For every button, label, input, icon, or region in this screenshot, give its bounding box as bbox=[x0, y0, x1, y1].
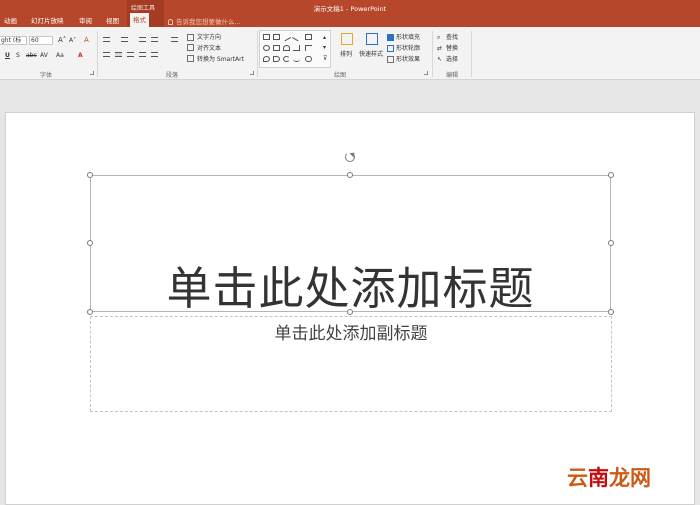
columns-icon[interactable] bbox=[151, 52, 158, 57]
shape-effects-icon bbox=[387, 56, 394, 63]
rounded-shape-icon[interactable] bbox=[305, 56, 312, 62]
shape-fill-icon bbox=[387, 34, 394, 41]
lightbulb-icon bbox=[168, 19, 173, 25]
decrease-indent-icon[interactable] bbox=[139, 37, 146, 42]
freeform-shape-icon[interactable] bbox=[293, 56, 300, 62]
underline-icon[interactable]: U bbox=[5, 51, 10, 60]
tab-slideshow[interactable]: 幻灯片放映 bbox=[28, 15, 67, 27]
convert-smartart-button[interactable]: 转换为 SmartArt bbox=[197, 55, 244, 64]
ribbon: ght (标 60 A˄ A˅ A U S abc AV Aa A 字体 文字方… bbox=[0, 27, 700, 80]
grow-font-icon[interactable]: A˄ bbox=[58, 36, 66, 45]
tell-me-text: 告诉我您想要做什么... bbox=[176, 18, 241, 26]
text-direction-icon bbox=[187, 34, 194, 41]
clear-format-icon[interactable]: A bbox=[84, 36, 89, 45]
quick-styles-button[interactable]: 快速样式 bbox=[359, 50, 383, 59]
quick-styles-icon bbox=[366, 33, 378, 45]
tell-me-box[interactable]: 告诉我您想要做什么... bbox=[168, 16, 241, 26]
align-left-icon[interactable] bbox=[103, 52, 110, 57]
editing-group-label: 编辑 bbox=[446, 72, 459, 79]
watermark-part: 南 bbox=[588, 466, 609, 490]
resize-handle-right[interactable] bbox=[608, 240, 614, 246]
shrink-font-icon[interactable]: A˅ bbox=[69, 36, 76, 45]
rotate-handle-icon[interactable] bbox=[345, 152, 355, 162]
drawing-group-label: 绘图 bbox=[334, 72, 347, 79]
chevron-shape-icon[interactable] bbox=[263, 56, 270, 62]
tab-animations[interactable]: 动画 bbox=[1, 15, 20, 27]
align-center-icon[interactable] bbox=[115, 52, 122, 57]
group-separator bbox=[471, 31, 472, 77]
oval-shape-icon[interactable] bbox=[263, 45, 270, 51]
justify-icon[interactable] bbox=[139, 52, 146, 57]
shadow-icon[interactable]: S bbox=[16, 51, 20, 60]
change-case-icon[interactable]: Aa bbox=[56, 51, 64, 60]
arrange-button[interactable]: 排列 bbox=[340, 50, 352, 59]
font-color-icon[interactable]: A bbox=[78, 51, 83, 60]
watermark-part: 云 bbox=[567, 466, 588, 490]
smartart-icon bbox=[187, 55, 194, 62]
find-icon: ⌕ bbox=[437, 34, 441, 41]
shapes-gallery[interactable]: ▴ ▾ ⊽ bbox=[259, 30, 331, 68]
triangle-shape-icon[interactable] bbox=[283, 45, 290, 51]
site-watermark: 云南龙网 bbox=[567, 462, 651, 492]
text-direction-button[interactable]: 文字方向 bbox=[197, 33, 221, 42]
align-text-icon bbox=[187, 44, 194, 51]
select-button[interactable]: 选择 bbox=[446, 55, 458, 64]
tab-review[interactable]: 审阅 bbox=[76, 15, 95, 27]
resize-handle-top-left[interactable] bbox=[87, 172, 93, 178]
char-spacing-icon[interactable]: AV bbox=[40, 51, 48, 60]
shape-outline-icon bbox=[387, 45, 394, 52]
tab-format[interactable]: 格式 bbox=[130, 13, 149, 27]
slide-subtitle-placeholder[interactable]: 单击此处添加副标题 bbox=[90, 319, 612, 344]
scroll-down-icon[interactable]: ▾ bbox=[323, 43, 326, 52]
textbox-shape-icon[interactable] bbox=[263, 34, 270, 40]
group-separator bbox=[257, 31, 258, 77]
font-group-label: 字体 bbox=[40, 72, 53, 79]
group-separator bbox=[97, 31, 98, 77]
resize-handle-left[interactable] bbox=[87, 240, 93, 246]
shape-fill-button[interactable]: 形状填充 bbox=[396, 33, 420, 42]
replace-button[interactable]: 替换 bbox=[446, 44, 458, 53]
resize-handle-top-right[interactable] bbox=[608, 172, 614, 178]
increase-indent-icon[interactable] bbox=[151, 37, 158, 42]
paragraph-dialog-launcher[interactable] bbox=[250, 71, 254, 75]
font-size-input[interactable]: 60 bbox=[29, 36, 53, 45]
connector-shape-icon[interactable] bbox=[293, 45, 300, 51]
replace-icon: ⇄ bbox=[437, 45, 443, 52]
font-name-input[interactable]: ght (标 bbox=[0, 36, 27, 45]
bullets-icon[interactable] bbox=[103, 37, 110, 42]
watermark-part: 龙网 bbox=[609, 466, 651, 490]
shape-effects-button[interactable]: 形状效果 bbox=[396, 55, 420, 64]
slide-title-placeholder[interactable]: 单击此处添加标题 bbox=[90, 252, 611, 317]
more-shapes-icon[interactable]: ⊽ bbox=[323, 54, 327, 63]
line-spacing-icon[interactable] bbox=[171, 37, 178, 42]
arrange-icon bbox=[341, 33, 353, 45]
find-button[interactable]: 查找 bbox=[446, 33, 458, 42]
drawing-dialog-launcher[interactable] bbox=[424, 71, 428, 75]
strikethrough-icon[interactable]: abc bbox=[26, 51, 37, 60]
shape-outline-button[interactable]: 形状轮廓 bbox=[396, 44, 420, 53]
arrow-shape-icon[interactable] bbox=[291, 32, 302, 42]
curve-shape-icon[interactable] bbox=[283, 56, 290, 62]
line-shape-icon[interactable] bbox=[281, 32, 292, 42]
window-title: 演示文稿1 - PowerPoint bbox=[313, 5, 387, 13]
scroll-up-icon[interactable]: ▴ bbox=[323, 33, 326, 42]
pentagon-shape-icon[interactable] bbox=[273, 56, 280, 62]
align-right-icon[interactable] bbox=[127, 52, 134, 57]
ribbon-tabs: 动画 幻灯片放映 审阅 视图 bbox=[0, 15, 700, 27]
paragraph-group-label: 段落 bbox=[166, 72, 179, 79]
select-icon: ↖ bbox=[437, 56, 443, 63]
font-dialog-launcher[interactable] bbox=[90, 71, 94, 75]
align-text-button[interactable]: 对齐文本 bbox=[197, 44, 221, 53]
group-separator bbox=[432, 31, 433, 77]
numbering-icon[interactable] bbox=[121, 37, 128, 42]
square-shape-icon[interactable] bbox=[273, 45, 280, 51]
rectangle-shape-icon[interactable] bbox=[305, 34, 312, 40]
vertical-textbox-shape-icon[interactable] bbox=[273, 34, 280, 40]
resize-handle-top[interactable] bbox=[347, 172, 353, 178]
elbow-shape-icon[interactable] bbox=[305, 45, 312, 51]
tab-view[interactable]: 视图 bbox=[103, 15, 122, 27]
